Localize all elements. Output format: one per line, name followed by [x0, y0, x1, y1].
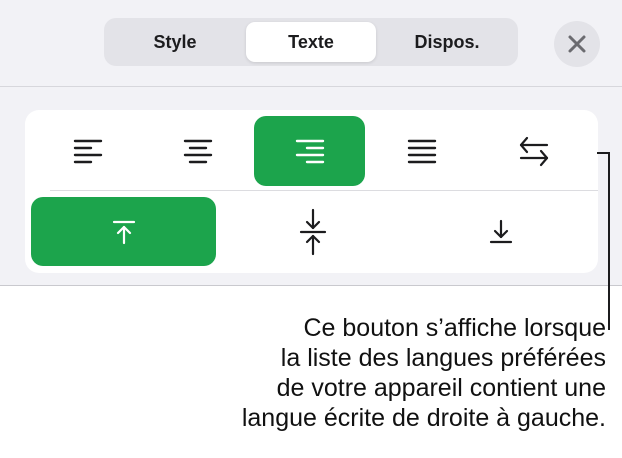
- callout-line-1: Ce bouton s’affiche lorsque: [303, 314, 606, 342]
- align-right-icon: [295, 139, 324, 164]
- callout-text: Ce bouton s’affiche lorsque la liste des…: [136, 313, 606, 433]
- format-panel: Style Texte Dispos.: [0, 0, 622, 286]
- justify-button[interactable]: [370, 116, 474, 186]
- text-direction-button[interactable]: [482, 116, 586, 186]
- align-center-icon: [183, 139, 213, 164]
- callout-line: [608, 152, 610, 330]
- align-bottom-icon: [489, 219, 512, 243]
- tab-texte[interactable]: Texte: [246, 22, 376, 62]
- align-top-button[interactable]: [31, 197, 216, 266]
- align-right-button[interactable]: [254, 116, 365, 186]
- align-left-button[interactable]: [36, 116, 140, 186]
- align-bottom-button[interactable]: [408, 197, 593, 266]
- text-direction-icon: [519, 136, 549, 167]
- header-divider: [0, 86, 622, 87]
- align-middle-icon: [299, 208, 326, 255]
- close-button[interactable]: [554, 21, 600, 67]
- tab-style[interactable]: Style: [108, 22, 242, 62]
- callout-line-4: langue écrite de droite à gauche.: [241, 404, 606, 432]
- justify-icon: [407, 139, 437, 164]
- close-icon: [568, 35, 586, 53]
- callout-line-3: de votre appareil contient une: [276, 374, 606, 402]
- tab-dispos[interactable]: Dispos.: [380, 22, 514, 62]
- align-left-icon: [73, 139, 103, 164]
- align-center-button[interactable]: [146, 116, 250, 186]
- row-divider: [50, 190, 598, 191]
- align-top-icon: [112, 220, 135, 244]
- format-tabs: Style Texte Dispos.: [104, 18, 518, 66]
- callout-line-2: la liste des langues préférées: [280, 344, 606, 372]
- align-middle-button[interactable]: [220, 197, 405, 266]
